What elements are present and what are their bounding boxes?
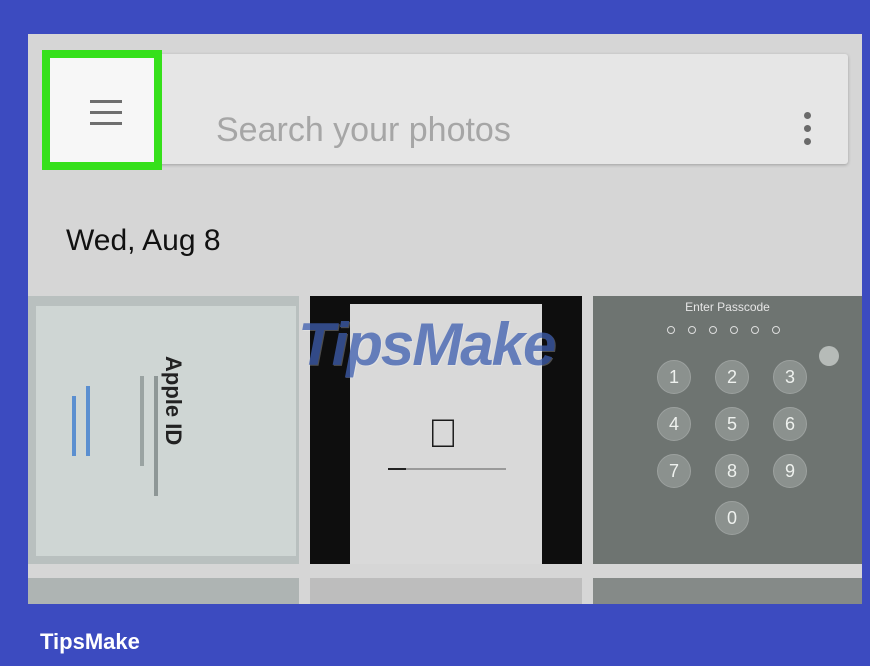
apple-logo-icon:  [428,412,458,457]
search-bar[interactable]: Search your photos [48,54,848,164]
hamburger-menu-icon [90,100,122,133]
more-options-icon[interactable] [804,112,814,151]
photo-thumbnail[interactable] [28,578,299,604]
photo-thumbnail[interactable] [310,578,582,604]
keypad-key-7: 7 [657,454,691,488]
boot-progress-fill [388,468,406,470]
assistive-touch-icon [819,346,839,366]
keypad-key-1: 1 [657,360,691,394]
search-input[interactable]: Search your photos [216,111,511,150]
app-screen: Search your photos Wed, Aug 8 Apple ID  [28,34,862,604]
keypad-key-8: 8 [715,454,749,488]
keypad-key-5: 5 [715,407,749,441]
keypad-key-0: 0 [715,501,749,535]
photo-thumbnail[interactable]: Apple ID [28,296,299,564]
brand-label: TipsMake [40,629,140,654]
keypad-key-9: 9 [773,454,807,488]
watermark-logo: TipsMake [298,311,556,378]
date-section-header: Wed, Aug 8 [66,224,221,257]
keypad-key-6: 6 [773,407,807,441]
boot-progress-bar [388,468,506,470]
keypad-key-3: 3 [773,360,807,394]
passcode-prompt: Enter Passcode [685,300,770,314]
text-line [140,376,144,466]
link-line [72,396,76,456]
text-line [154,376,158,496]
apple-id-title: Apple ID [161,356,186,446]
passcode-dots [667,326,797,334]
menu-button[interactable] [42,50,162,170]
apple-id-screen: Apple ID [36,306,296,556]
keypad-key-4: 4 [657,407,691,441]
photo-thumbnail[interactable] [593,578,862,604]
photo-thumbnail[interactable]: Enter Passcode 123 456 7890 [593,296,862,564]
link-line [86,386,90,456]
keypad-key-2: 2 [715,360,749,394]
